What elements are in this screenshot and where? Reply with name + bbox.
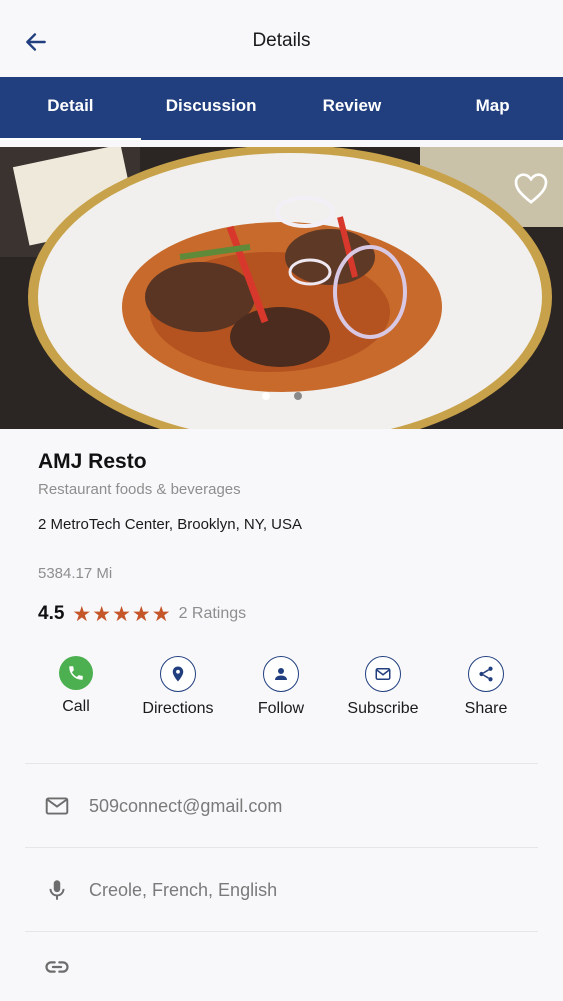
- microphone-icon: [49, 880, 65, 900]
- share-button[interactable]: Share: [436, 656, 536, 718]
- phone-icon: [69, 666, 83, 680]
- subscribe-circle: [365, 656, 401, 692]
- star-icon: ★: [112, 602, 131, 626]
- email-row[interactable]: 509connect@gmail.com: [25, 763, 538, 848]
- email-icon: [45, 797, 69, 815]
- food-photo: [0, 147, 563, 429]
- share-circle: [468, 656, 504, 692]
- heart-icon[interactable]: [511, 168, 551, 208]
- subscribe-button[interactable]: Subscribe: [333, 656, 433, 718]
- subscribe-label: Subscribe: [347, 700, 419, 717]
- languages-text: Creole, French, English: [89, 879, 278, 900]
- link-icon: [45, 960, 69, 973]
- email-text: 509connect@gmail.com: [89, 795, 283, 816]
- tab-detail[interactable]: Detail: [0, 77, 141, 140]
- mail-icon: [375, 668, 391, 680]
- link-icon-wrap: [25, 953, 89, 981]
- languages-row: Creole, French, English: [25, 847, 538, 932]
- star-icon: ★: [92, 602, 112, 626]
- tab-discussion[interactable]: Discussion: [141, 77, 282, 140]
- call-label: Call: [62, 698, 90, 715]
- location-pin-icon: [172, 666, 184, 682]
- website-row[interactable]: [25, 931, 538, 1001]
- share-icon: [479, 666, 493, 682]
- star-icon: ★: [72, 602, 92, 626]
- mic-icon-wrap: [25, 877, 89, 903]
- tab-map[interactable]: Map: [422, 77, 563, 140]
- person-icon: [275, 668, 287, 680]
- follow-circle: [263, 656, 299, 692]
- star-rating: ★ ★ ★ ★ ★: [72, 604, 170, 625]
- email-icon-wrap: [25, 793, 89, 819]
- top-bar: Details: [0, 0, 563, 77]
- follow-label: Follow: [257, 700, 305, 717]
- directions-button[interactable]: Directions: [128, 656, 228, 718]
- business-distance: 5384.17 Mi: [38, 565, 113, 582]
- call-button[interactable]: Call: [26, 656, 126, 716]
- business-name: AMJ Resto: [38, 450, 147, 473]
- share-label: Share: [464, 700, 508, 717]
- ratings-count[interactable]: 2 Ratings: [179, 605, 247, 623]
- business-category: Restaurant foods & beverages: [38, 481, 241, 498]
- follow-button[interactable]: Follow: [231, 656, 331, 718]
- directions-circle: [160, 656, 196, 692]
- carousel-dot[interactable]: [261, 392, 270, 400]
- rating-value: 4.5: [38, 603, 65, 624]
- call-circle: [59, 656, 93, 690]
- action-bar: Call Directions Follow Subscribe Share: [0, 656, 563, 736]
- page-title: Details: [252, 30, 311, 51]
- business-address: 2 MetroTech Center, Brooklyn, NY, USA: [38, 516, 303, 533]
- star-icon: ★: [151, 602, 171, 626]
- rating-row: 4.5 ★ ★ ★ ★ ★ 2 Ratings: [38, 603, 246, 625]
- carousel-indicator: [0, 392, 563, 400]
- tab-bar: Detail Discussion Review Map: [0, 77, 563, 140]
- tab-review[interactable]: Review: [282, 77, 423, 140]
- directions-label: Directions: [142, 700, 214, 717]
- photo-carousel[interactable]: [0, 147, 563, 429]
- carousel-dot[interactable]: [293, 392, 302, 400]
- star-icon: ★: [131, 602, 151, 626]
